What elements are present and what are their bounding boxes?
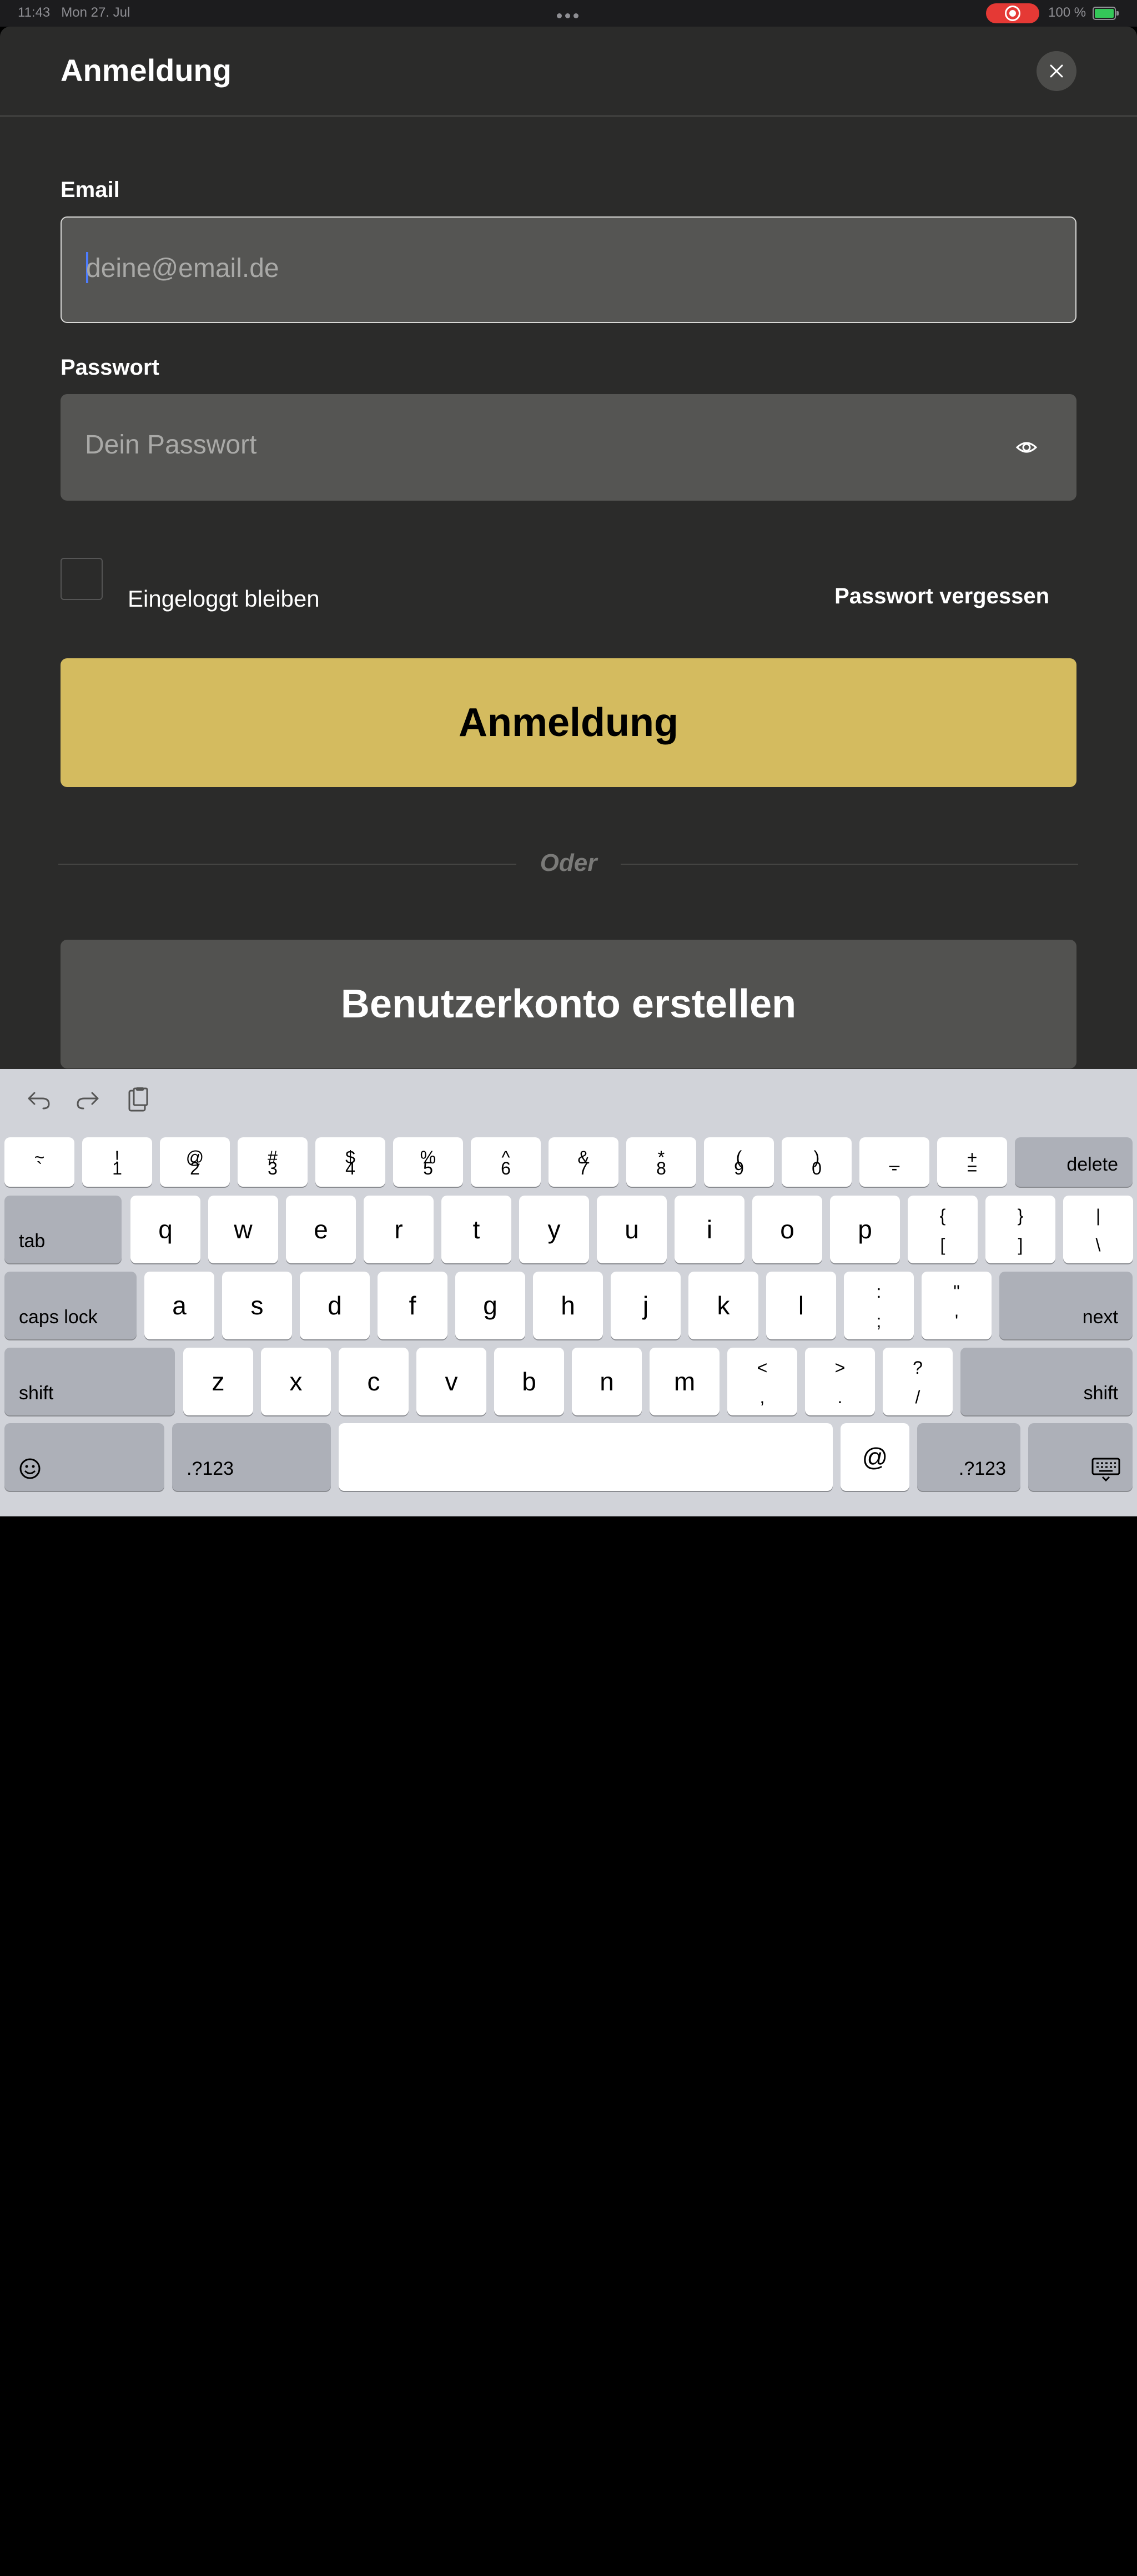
- key-sym-0[interactable]: {[: [908, 1196, 978, 1263]
- remember-checkbox[interactable]: [61, 558, 103, 600]
- key-next[interactable]: next: [999, 1272, 1133, 1339]
- key-g[interactable]: g: [455, 1272, 525, 1339]
- key-sym4-1[interactable]: >.: [805, 1348, 875, 1415]
- key-tab[interactable]: tab: [4, 1196, 122, 1263]
- key-a[interactable]: a: [144, 1272, 214, 1339]
- emoji-icon: [19, 1458, 41, 1479]
- key-z[interactable]: z: [183, 1348, 253, 1415]
- forgot-password-link[interactable]: Passwort vergessen: [834, 584, 1049, 609]
- key-numbers-right[interactable]: .?123: [917, 1423, 1020, 1491]
- key-c[interactable]: c: [339, 1348, 409, 1415]
- key-h[interactable]: h: [533, 1272, 603, 1339]
- key-e[interactable]: e: [286, 1196, 356, 1263]
- key-shift-left[interactable]: shift: [4, 1348, 175, 1415]
- key-numbers-left[interactable]: .?123: [172, 1423, 331, 1491]
- key-sym-2[interactable]: | \: [1063, 1196, 1133, 1263]
- key-space[interactable]: [339, 1423, 833, 1491]
- sheet-title: Anmeldung: [61, 53, 232, 88]
- keyboard-dismiss-icon: [1091, 1458, 1120, 1482]
- close-icon: [1050, 64, 1063, 78]
- sheet-header: Anmeldung: [0, 27, 1137, 117]
- key-sym-1[interactable]: }]: [985, 1196, 1055, 1263]
- key-t[interactable]: t: [441, 1196, 511, 1263]
- key-v[interactable]: v: [416, 1348, 486, 1415]
- key-n[interactable]: n: [572, 1348, 642, 1415]
- key-5[interactable]: % 5: [393, 1137, 463, 1187]
- key-y[interactable]: y: [519, 1196, 589, 1263]
- key-4[interactable]: $4: [315, 1137, 385, 1187]
- onscreen-keyboard: ~ `! 1 @2 #3 $4% 5 ^ 6 & 7 * 8(9) 0 _ - + = delete tab q w e r t…: [0, 1069, 1137, 2576]
- key-s[interactable]: s: [222, 1272, 292, 1339]
- key-delete[interactable]: delete: [1015, 1137, 1133, 1187]
- key-d[interactable]: d: [300, 1272, 370, 1339]
- eye-icon[interactable]: [1015, 437, 1038, 457]
- key-shift-right[interactable]: shift: [960, 1348, 1133, 1415]
- email-placeholder: deine@email.de: [86, 254, 279, 283]
- password-placeholder: Dein Passwort: [85, 430, 257, 460]
- key-sym4-0[interactable]: <,: [727, 1348, 797, 1415]
- screen-recording-icon[interactable]: [986, 3, 1039, 23]
- key-j[interactable]: j: [611, 1272, 681, 1339]
- key-=[interactable]: + =: [937, 1137, 1007, 1187]
- close-button[interactable]: [1037, 51, 1076, 91]
- key-o[interactable]: o: [752, 1196, 822, 1263]
- key-sym4-2[interactable]: ? /: [883, 1348, 953, 1415]
- key-7[interactable]: & 7: [549, 1137, 618, 1187]
- key-u[interactable]: u: [597, 1196, 667, 1263]
- redo-icon[interactable]: [74, 1086, 102, 1113]
- email-label: Email: [61, 178, 120, 202]
- key--[interactable]: _ -: [859, 1137, 929, 1187]
- key-b[interactable]: b: [494, 1348, 564, 1415]
- email-field[interactable]: deine@email.de: [61, 216, 1076, 323]
- key-f[interactable]: f: [378, 1272, 447, 1339]
- status-time: 11:43 Mon 27. Jul: [18, 5, 130, 20]
- key-3[interactable]: #3: [238, 1137, 308, 1187]
- key-q[interactable]: q: [130, 1196, 200, 1263]
- key-dismiss-keyboard[interactable]: [1028, 1423, 1133, 1491]
- login-button[interactable]: Anmeldung: [61, 658, 1076, 787]
- key-2[interactable]: @2: [160, 1137, 230, 1187]
- key-sym3-1[interactable]: " ': [922, 1272, 992, 1339]
- key-8[interactable]: * 8: [626, 1137, 696, 1187]
- battery-icon: [1093, 7, 1119, 20]
- key-i[interactable]: i: [675, 1196, 744, 1263]
- key-emoji[interactable]: [4, 1423, 164, 1491]
- key-w[interactable]: w: [208, 1196, 278, 1263]
- key-k[interactable]: k: [688, 1272, 758, 1339]
- key-l[interactable]: l: [766, 1272, 836, 1339]
- key-sym3-0[interactable]: :;: [844, 1272, 914, 1339]
- key-m[interactable]: m: [650, 1348, 720, 1415]
- key-r[interactable]: r: [364, 1196, 434, 1263]
- key-x[interactable]: x: [261, 1348, 331, 1415]
- key-p[interactable]: p: [830, 1196, 900, 1263]
- remember-label: Eingeloggt bleiben: [128, 586, 320, 612]
- key-1[interactable]: ! 1: [82, 1137, 152, 1187]
- undo-icon[interactable]: [25, 1086, 53, 1113]
- battery-percentage: 100 %: [1048, 5, 1086, 20]
- key-6[interactable]: ^ 6: [471, 1137, 541, 1187]
- password-field[interactable]: Dein Passwort: [61, 394, 1076, 501]
- key-caps-lock[interactable]: caps lock: [4, 1272, 137, 1339]
- status-bar: 11:43 Mon 27. Jul 100 %: [0, 0, 1137, 27]
- multitasking-dots-icon[interactable]: [555, 7, 582, 20]
- key-9[interactable]: (9: [704, 1137, 774, 1187]
- or-separator: Oder: [540, 849, 597, 876]
- key-0[interactable]: ) 0: [782, 1137, 852, 1187]
- home-indicator[interactable]: [394, 2570, 743, 2576]
- key-`[interactable]: ~ `: [4, 1137, 74, 1187]
- create-account-button[interactable]: Benutzerkonto erstellen: [61, 940, 1076, 1068]
- paste-icon[interactable]: [124, 1086, 152, 1113]
- password-label: Passwort: [61, 355, 159, 380]
- key-at[interactable]: @: [841, 1423, 909, 1491]
